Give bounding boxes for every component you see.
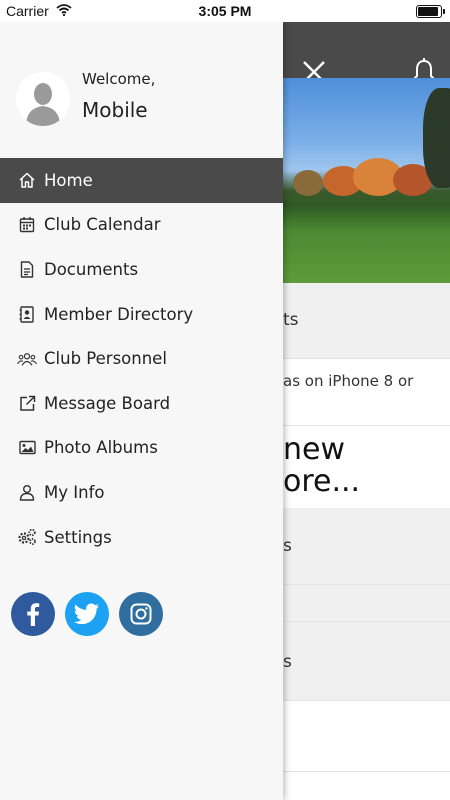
menu-item-settings[interactable]: Settings [0, 515, 283, 560]
external-link-icon [17, 393, 37, 413]
menu-item-label: Photo Albums [44, 438, 158, 458]
social-links [11, 592, 173, 636]
bg-row-text: ts [283, 310, 299, 330]
user-name: Mobile [82, 98, 148, 122]
bg-row-text: s [283, 536, 292, 556]
menu-item-home[interactable]: Home [0, 158, 283, 203]
welcome-label: Welcome, [82, 70, 156, 88]
bg-row-title: ore... [283, 464, 361, 499]
bg-row[interactable]: s [283, 622, 450, 701]
menu-item-message-board[interactable]: Message Board [0, 381, 283, 426]
profile-header[interactable]: Welcome, Mobile [0, 22, 283, 158]
instagram-icon [130, 603, 152, 625]
bg-row[interactable]: new ore... [283, 426, 450, 508]
menu-item-label: Documents [44, 259, 139, 279]
bg-row[interactable]: s [283, 508, 450, 585]
menu-item-documents[interactable]: Documents [0, 247, 283, 292]
instagram-button[interactable] [119, 592, 163, 636]
bg-row-text: as on iPhone 8 or [283, 372, 414, 390]
bg-row-title: new [283, 432, 346, 467]
clock: 3:05 PM [198, 3, 252, 19]
status-bar: Carrier 3:05 PM [0, 0, 450, 22]
people-icon [17, 349, 37, 369]
menu-item-member-directory[interactable]: Member Directory [0, 292, 283, 337]
bg-row[interactable] [283, 701, 450, 772]
home-icon [17, 170, 37, 190]
image-icon [17, 438, 37, 458]
bg-row[interactable]: ts [283, 283, 450, 359]
menu-item-label: Club Personnel [44, 349, 167, 369]
bg-row-text: s [283, 652, 292, 672]
gear-icon [17, 527, 37, 547]
menu-item-club-calendar[interactable]: Club Calendar [0, 203, 283, 248]
twitter-button[interactable] [65, 592, 109, 636]
navigation-drawer: Welcome, Mobile Home Club Calendar Docum… [0, 22, 283, 800]
document-icon [17, 259, 37, 279]
menu-item-my-info[interactable]: My Info [0, 470, 283, 515]
menu-item-label: Home [44, 170, 93, 190]
menu-item-label: Club Calendar [44, 215, 161, 235]
calendar-icon [17, 215, 37, 235]
menu-item-label: Settings [44, 527, 112, 547]
facebook-button[interactable] [11, 592, 55, 636]
user-icon [17, 482, 37, 502]
bg-row[interactable] [283, 585, 450, 622]
contacts-icon [17, 304, 37, 324]
bg-row[interactable]: as on iPhone 8 or [283, 359, 450, 426]
menu-item-label: Message Board [44, 393, 171, 413]
menu-item-label: Member Directory [44, 304, 194, 324]
avatar[interactable] [16, 72, 70, 126]
menu-item-photo-albums[interactable]: Photo Albums [0, 426, 283, 471]
menu-item-club-personnel[interactable]: Club Personnel [0, 336, 283, 381]
drawer-menu: Home Club Calendar Documents Member Dire… [0, 158, 283, 559]
menu-item-label: My Info [44, 482, 105, 502]
hero-photo [283, 78, 450, 283]
user-silhouette-icon [16, 72, 70, 126]
facebook-icon [27, 603, 40, 626]
battery-icon [416, 5, 445, 18]
twitter-icon [74, 603, 99, 625]
